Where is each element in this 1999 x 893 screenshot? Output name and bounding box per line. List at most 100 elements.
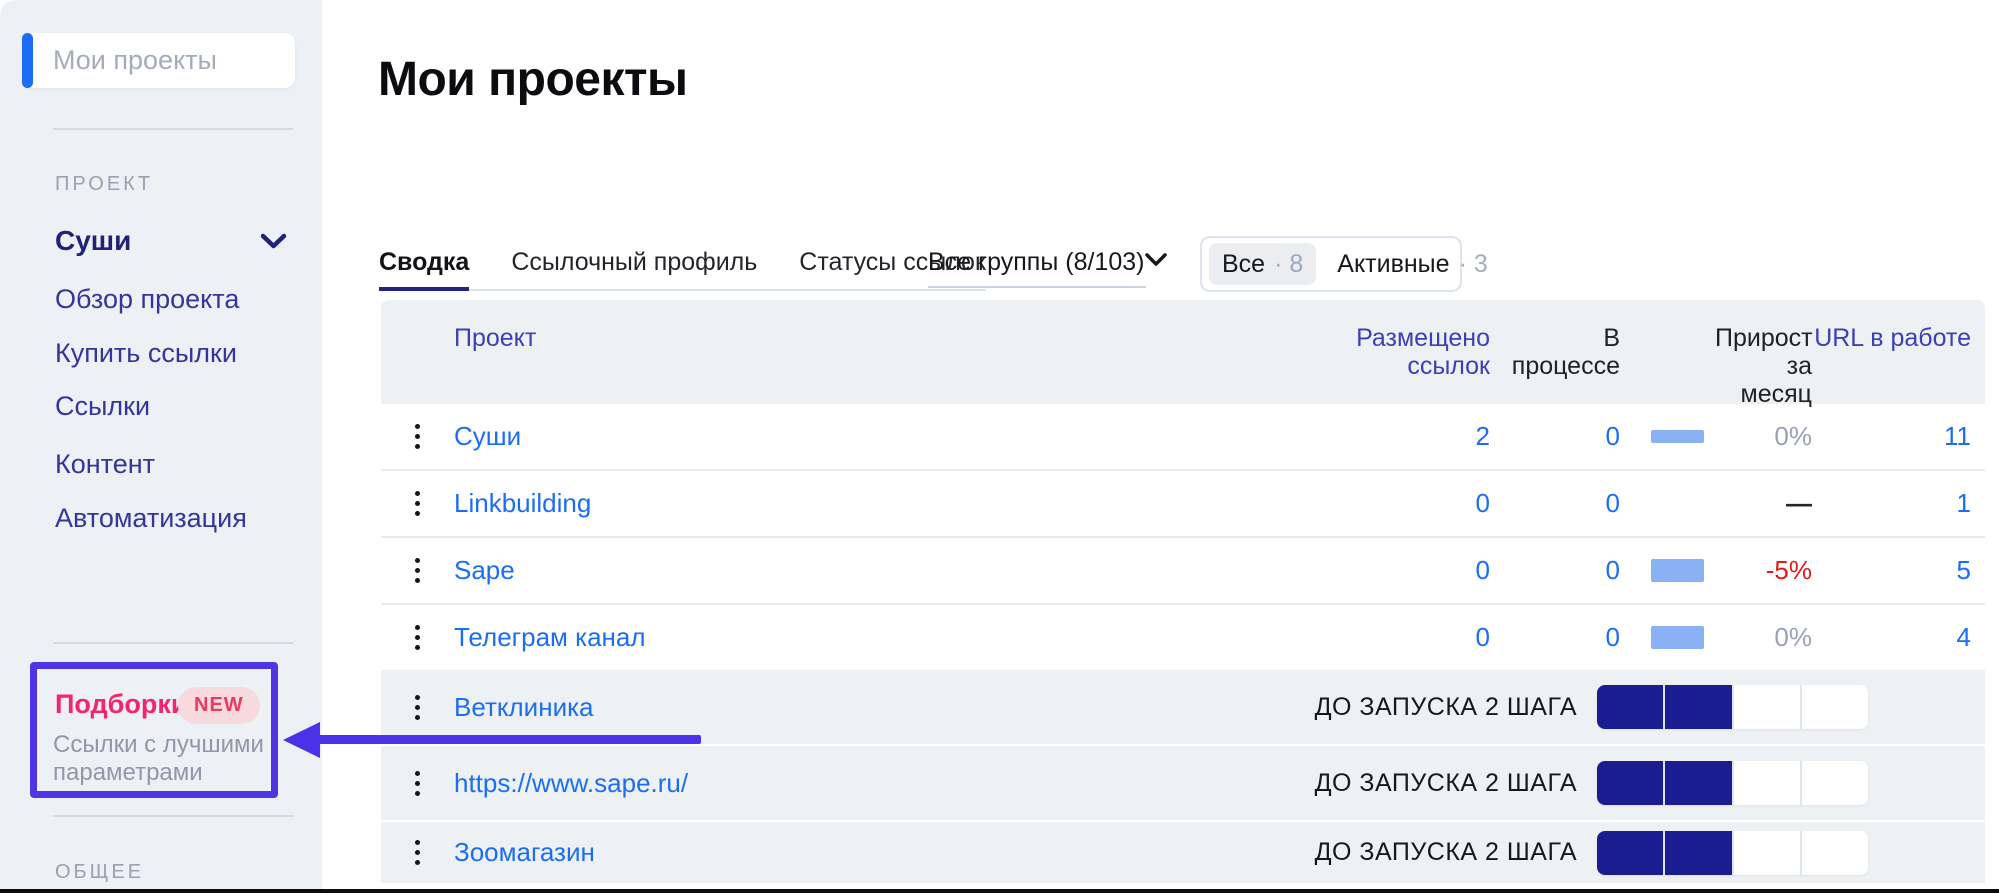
row-menu-button[interactable] [405, 619, 430, 657]
project-link[interactable]: Ветклиника [454, 692, 1315, 723]
table-row: Телеграм канал 0 0 0% 4 [381, 605, 1985, 670]
table-row: Linkbuilding 0 0 — 1 [381, 471, 1985, 538]
sidebar-divider [53, 128, 293, 130]
sidebar-item-links[interactable]: Ссылки [55, 390, 150, 422]
launch-progress-bar [1597, 685, 1868, 729]
project-link[interactable]: https://www.sape.ru/ [454, 768, 1315, 799]
annotation-arrow-head [283, 722, 320, 758]
column-header-placed-line2: ссылок [1330, 352, 1490, 380]
growth-value: — [1715, 488, 1812, 519]
row-menu-button[interactable] [405, 485, 430, 523]
sidebar-item-automation[interactable]: Автоматизация [55, 502, 247, 534]
filter-active-label: Активные [1337, 250, 1449, 279]
placed-count[interactable]: 0 [1330, 488, 1490, 519]
trend-bar [1651, 430, 1704, 443]
sidebar-divider [53, 815, 293, 817]
collections-description-line1: Ссылки с лучшими [53, 731, 278, 759]
project-link[interactable]: Linkbuilding [454, 488, 1330, 519]
placed-count[interactable]: 0 [1330, 622, 1490, 653]
header-spacer [381, 300, 454, 408]
sidebar-current-page-label: Мои проекты [53, 33, 217, 88]
filter-all-count: · 8 [1274, 250, 1303, 279]
project-link[interactable]: Sape [454, 555, 1330, 586]
collections-description-line2: параметрами [53, 759, 278, 787]
url-count[interactable]: 1 [1812, 488, 1985, 519]
growth-value: 0% [1715, 622, 1812, 653]
progress-segment [1597, 685, 1663, 729]
progress-segment [1732, 761, 1800, 805]
sidebar-section-project-label: ПРОЕКТ [55, 172, 153, 196]
trend-bar [1651, 559, 1704, 582]
inprogress-count[interactable]: 0 [1490, 421, 1620, 452]
sidebar-item-buy-links[interactable]: Купить ссылки [55, 337, 237, 369]
chevron-down-icon [260, 233, 287, 255]
project-link[interactable]: Зоомагазин [454, 837, 1315, 868]
progress-segment [1597, 761, 1663, 805]
launch-status: ДО ЗАПУСКА 2 ШАГА [1315, 693, 1577, 722]
table-row: Суши 2 0 0% 11 [381, 404, 1985, 471]
url-count[interactable]: 5 [1812, 555, 1985, 586]
row-menu-button[interactable] [405, 764, 430, 802]
table-row-pending: https://www.sape.ru/ ДО ЗАПУСКА 2 ШАГА [381, 744, 1985, 820]
column-header-growth-line2: за месяц [1715, 352, 1812, 408]
growth-value: 0% [1715, 421, 1812, 452]
inprogress-count[interactable]: 0 [1490, 555, 1620, 586]
tab-bar: Сводка Ссылочный профиль Статусы ссылок [379, 247, 986, 291]
table-row: Sape 0 0 -5% 5 [381, 538, 1985, 605]
groups-dropdown-label: Все группы (8/103) [928, 247, 1144, 277]
column-header-urls[interactable]: URL в работе [1812, 300, 1985, 408]
progress-segment [1800, 831, 1868, 875]
launch-progress-bar [1597, 761, 1868, 805]
project-link[interactable]: Суши [454, 421, 1330, 452]
tab-link-profile[interactable]: Ссылочный профиль [511, 247, 757, 277]
progress-segment [1800, 761, 1868, 805]
sidebar-current-page[interactable]: Мои проекты [23, 33, 295, 88]
placed-count[interactable]: 0 [1330, 555, 1490, 586]
row-menu-cell [381, 688, 454, 726]
progress-segment [1663, 685, 1731, 729]
launch-status: ДО ЗАПУСКА 2 ШАГА [1315, 838, 1577, 867]
project-link[interactable]: Телеграм канал [454, 622, 1330, 653]
project-selector[interactable]: Суши [55, 224, 131, 258]
tab-summary[interactable]: Сводка [379, 247, 469, 277]
filter-all[interactable]: Все · 8 [1209, 243, 1316, 285]
sidebar: Мои проекты ПРОЕКТ Суши Обзор проекта Ку… [0, 0, 322, 889]
sidebar-item-collections[interactable]: Подборки [55, 688, 187, 720]
sidebar-item-project-overview[interactable]: Обзор проекта [55, 283, 239, 315]
row-menu-button[interactable] [405, 418, 430, 456]
sidebar-item-content[interactable]: Контент [55, 448, 155, 480]
table-row-pending: Ветклиника ДО ЗАПУСКА 2 ШАГА [381, 670, 1985, 744]
column-header-placed-links[interactable]: Размещено ссылок [1330, 300, 1490, 408]
column-header-placed-line1: Размещено [1330, 324, 1490, 352]
groups-dropdown[interactable]: Все группы (8/103) [928, 247, 1146, 288]
progress-segment [1597, 831, 1663, 875]
row-menu-cell [381, 764, 454, 802]
filter-active[interactable]: Активные · 3 [1324, 243, 1500, 285]
inprogress-count[interactable]: 0 [1490, 488, 1620, 519]
sidebar-section-general-label: ОБЩЕЕ [55, 860, 144, 884]
active-page-accent-bar [22, 33, 33, 88]
url-count[interactable]: 4 [1812, 622, 1985, 653]
row-menu-button[interactable] [405, 688, 430, 726]
trend-cell [1620, 559, 1715, 582]
column-header-project[interactable]: Проект [454, 300, 1330, 408]
filter-active-count: · 3 [1459, 250, 1488, 279]
column-header-growth: Прирост за месяц [1715, 300, 1812, 408]
header-spacer [1620, 300, 1715, 408]
url-count[interactable]: 11 [1812, 421, 1985, 452]
filter-all-label: Все [1222, 250, 1265, 279]
launch-status: ДО ЗАПУСКА 2 ШАГА [1315, 769, 1577, 798]
new-badge: NEW [178, 687, 260, 724]
app-root: { "colors": { "accent_blue": "#1b6ef3", … [0, 0, 1999, 893]
collections-description: Ссылки с лучшими параметрами [53, 731, 278, 787]
row-menu-button[interactable] [405, 552, 430, 590]
progress-segment [1732, 685, 1800, 729]
placed-count[interactable]: 2 [1330, 421, 1490, 452]
annotation-arrow-tail [317, 735, 701, 744]
growth-value: -5% [1715, 555, 1812, 586]
page-title: Мои проекты [378, 52, 688, 108]
row-menu-button[interactable] [405, 834, 430, 872]
trend-bar [1651, 626, 1704, 649]
table-body: Суши 2 0 0% 11 Linkbuilding 0 0 — 1 Sape… [381, 404, 1985, 883]
inprogress-count[interactable]: 0 [1490, 622, 1620, 653]
